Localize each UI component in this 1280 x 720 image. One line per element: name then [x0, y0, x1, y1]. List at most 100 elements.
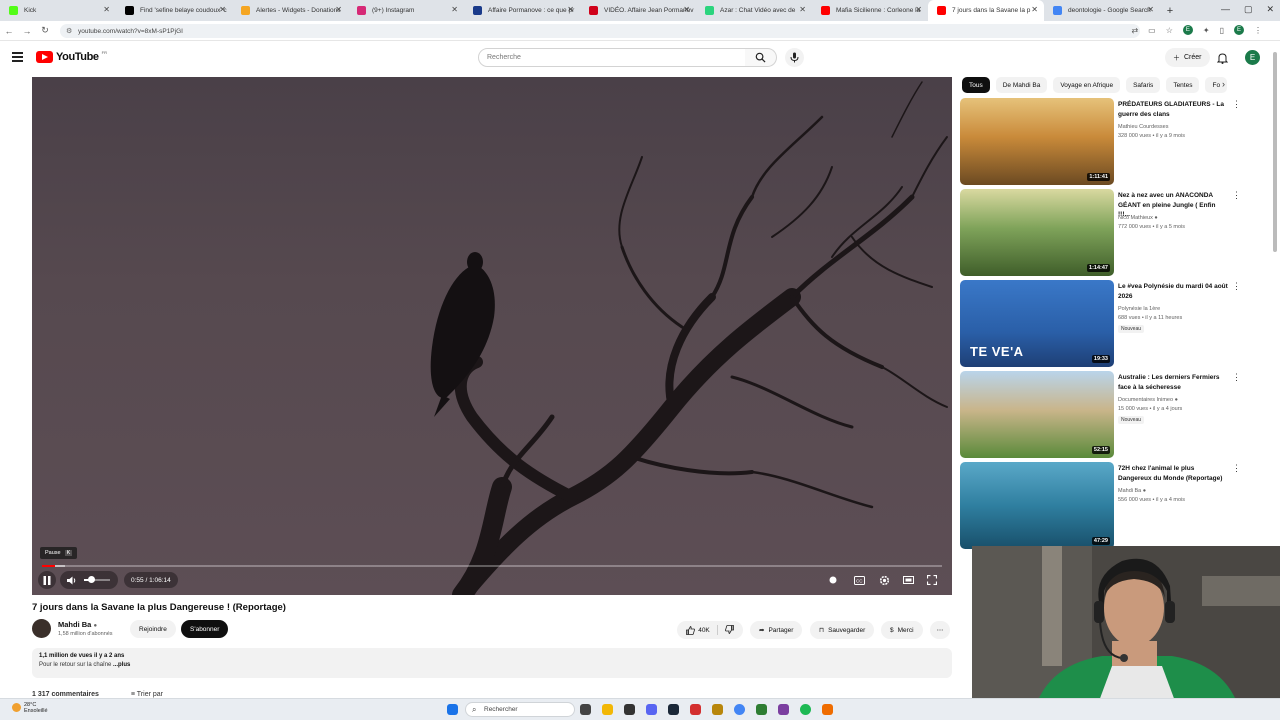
more-vertical-icon[interactable]: ⋮ [1232, 191, 1241, 200]
browser-tab[interactable]: Find 'sefine belaye coudoux' c ✕ [116, 0, 232, 21]
calculator-icon[interactable] [624, 704, 635, 715]
new-tab-icon[interactable]: + [1160, 5, 1180, 17]
close-icon[interactable]: ✕ [219, 5, 226, 14]
autoplay-toggle[interactable] [824, 571, 842, 589]
purple-app-icon[interactable] [778, 704, 789, 715]
video-thumbnail[interactable]: 52:15 [960, 371, 1114, 458]
chrome-icon[interactable] [734, 704, 745, 715]
filter-chip[interactable]: Tentes [1166, 77, 1200, 93]
address-bar[interactable]: ⚙ youtube.com/watch?v=8xM-sP1PjGI [60, 24, 1140, 38]
extension-profile-icon[interactable]: E [1182, 25, 1193, 35]
sidepanel-icon[interactable]: ▯ [1220, 26, 1224, 35]
close-icon[interactable]: ✕ [1031, 5, 1038, 14]
save-button[interactable]: ⊓ Sauvegarder [810, 621, 875, 639]
recommended-video[interactable]: 47:29 72H chez l'animal le plus Dangereux… [960, 462, 1245, 553]
sort-button[interactable]: ≡ Trier par [131, 691, 163, 698]
cast-icon[interactable]: ▭ [1148, 26, 1156, 35]
recommended-video[interactable]: 1:11:41 PRÉDATEURS GLADIATEURS - La guerr… [960, 98, 1245, 189]
scrollbar-thumb[interactable] [1273, 52, 1277, 252]
browser-tab[interactable]: 7 jours dans la Savane la p ✕ [928, 0, 1044, 21]
chevron-right-icon[interactable]: › [1222, 79, 1225, 89]
recommended-video[interactable]: 1:14:47 Nez à nez avec un ANACONDA GÉANT … [960, 189, 1245, 280]
task-view-icon[interactable] [580, 704, 591, 715]
browser-tab[interactable]: Kick ✕ [0, 0, 116, 21]
close-icon[interactable]: ✕ [567, 5, 574, 14]
spotify-icon[interactable] [800, 704, 811, 715]
orange-app-icon[interactable] [822, 704, 833, 715]
reload-icon[interactable]: ↻ [36, 25, 54, 36]
progress-bar[interactable] [42, 565, 942, 567]
video-thumbnail[interactable]: 1:11:41 [960, 98, 1114, 185]
browser-tab[interactable]: Affaire Pormanove : ce que pr ✕ [464, 0, 580, 21]
video-player[interactable]: Pause K 0:55 / 1:06:14 CC [32, 77, 952, 595]
more-actions-button[interactable]: ⋯ [930, 621, 950, 639]
minimize-icon[interactable]: — [1221, 4, 1230, 15]
fullscreen-button[interactable] [923, 571, 941, 589]
browser-tab[interactable]: Azar : Chat Vidéo avec de ✕ [696, 0, 812, 21]
browser-tab[interactable]: VIDÉO. Affaire Jean Pormanov ✕ [580, 0, 696, 21]
filter-chip[interactable]: Tous [962, 77, 990, 93]
menu-icon[interactable] [12, 52, 23, 64]
volume-slider-handle[interactable] [87, 576, 95, 583]
filter-chip[interactable]: Safaris [1126, 77, 1161, 93]
recommended-video-title[interactable]: PRÉDATEURS GLADIATEURS - La guerre des c… [1118, 100, 1228, 119]
channel-name[interactable]: Mahdi Ba ● [58, 620, 97, 629]
share-button[interactable]: ➦ Partager [750, 621, 803, 639]
settings-button[interactable] [875, 571, 893, 589]
description-box[interactable]: 1,1 million de vues il y a 2 ans Pour le… [32, 648, 952, 678]
browser-tab[interactable]: deontologie - Google Search ✕ [1044, 0, 1160, 21]
notifications-button[interactable] [1216, 51, 1229, 69]
browser-tab[interactable]: Mafia Sicilienne : Corleone la ✕ [812, 0, 928, 21]
theater-mode-button[interactable] [899, 571, 917, 589]
search-input[interactable]: Recherche [478, 48, 746, 67]
weather-widget[interactable]: 28°C Ensoleillé [12, 702, 48, 714]
green-app-icon[interactable] [756, 704, 767, 715]
voice-search-button[interactable] [785, 48, 804, 67]
site-info-icon[interactable]: ⚙ [66, 27, 72, 35]
file-explorer-icon[interactable] [602, 704, 613, 715]
browser-tab[interactable]: (9+) Instagram ✕ [348, 0, 464, 21]
dislike-button[interactable] [724, 624, 734, 636]
video-thumbnail[interactable]: TE VE'A 19:33 [960, 280, 1114, 367]
extensions-icon[interactable]: ✦ [1203, 26, 1210, 35]
thanks-button[interactable]: $ Merci [881, 621, 923, 639]
filter-chip[interactable]: Voyage en Afrique [1053, 77, 1121, 93]
youtube-logo[interactable]: YouTube FR [36, 50, 107, 63]
video-thumbnail[interactable]: 47:29 [960, 462, 1114, 549]
subscribe-button[interactable]: S'abonner [181, 620, 229, 638]
filter-chip[interactable]: De Mahdi Ba [995, 77, 1048, 93]
browser-menu-icon[interactable]: ⋮ [1254, 26, 1262, 35]
pause-button[interactable] [38, 571, 56, 589]
recommended-video-channel[interactable]: Mahdi Ba ● [1118, 488, 1146, 494]
back-icon[interactable]: ← [0, 26, 18, 36]
more-vertical-icon[interactable]: ⋮ [1232, 464, 1241, 473]
browser-profile-avatar[interactable]: E [1234, 25, 1244, 35]
recommended-video-title[interactable]: Le #vea Polynésie du mardi 04 août 2026 [1118, 282, 1228, 301]
more-vertical-icon[interactable]: ⋮ [1232, 282, 1241, 291]
maximize-icon[interactable]: ▢ [1244, 4, 1253, 15]
steam-icon[interactable] [668, 704, 679, 715]
close-icon[interactable]: ✕ [103, 5, 110, 14]
forward-icon[interactable]: → [18, 26, 36, 36]
more-vertical-icon[interactable]: ⋮ [1232, 373, 1241, 382]
taskbar-search[interactable]: ⌕ Rechercher [465, 702, 575, 717]
close-window-icon[interactable]: ✕ [1266, 4, 1274, 15]
windows-start-icon[interactable] [447, 704, 458, 715]
bookmark-star-icon[interactable]: ☆ [1166, 26, 1173, 35]
like-button[interactable]: 40K [686, 625, 710, 635]
recommended-video-channel[interactable]: Nico Mathieux ● [1118, 215, 1158, 221]
mute-button[interactable] [63, 571, 81, 589]
close-icon[interactable]: ✕ [915, 5, 922, 14]
recommended-video-channel[interactable]: Polynésie la 1ère [1118, 306, 1160, 312]
recommended-video-channel[interactable]: Mathieu Courdesses [1118, 124, 1168, 130]
recommended-video[interactable]: TE VE'A 19:33 Le #vea Polynésie du mardi 0… [960, 280, 1245, 371]
create-button[interactable]: ＋ Créer [1165, 48, 1210, 67]
recommended-video[interactable]: 52:15 Australie : Les derniers Fermiers f… [960, 371, 1245, 462]
close-icon[interactable]: ✕ [335, 5, 342, 14]
translate-icon[interactable]: ⇄ [1131, 26, 1138, 35]
join-button[interactable]: Rejoindre [130, 620, 176, 638]
subtitles-button[interactable]: CC [850, 571, 868, 589]
close-icon[interactable]: ✕ [799, 5, 806, 14]
browser-tab[interactable]: Alertes - Widgets - Donations ✕ [232, 0, 348, 21]
channel-avatar[interactable] [32, 619, 51, 638]
